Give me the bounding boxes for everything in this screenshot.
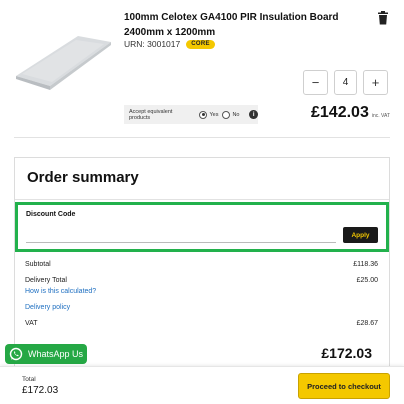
order-summary-title: Order summary bbox=[27, 169, 139, 186]
product-price: £142.03 inc. VAT bbox=[311, 104, 390, 122]
delivery-total-label: Delivery Total bbox=[25, 277, 67, 284]
product-price-amount: £142.03 bbox=[311, 104, 369, 121]
equivalent-yes-label: Yes bbox=[209, 111, 219, 118]
product-title[interactable]: 100mm Celotex GA4100 PIR Insulation Boar… bbox=[124, 10, 372, 40]
product-meta: URN: 3001017 CORE bbox=[124, 39, 215, 49]
decrease-quantity-button[interactable]: − bbox=[303, 70, 328, 95]
delivery-calculation-link[interactable]: How is this calculated? bbox=[25, 288, 96, 295]
quantity-stepper: − 4 + bbox=[303, 70, 388, 95]
equivalent-no-label: No bbox=[232, 111, 240, 118]
divider bbox=[15, 199, 389, 200]
apply-discount-button[interactable]: Apply bbox=[343, 227, 378, 243]
product-image[interactable] bbox=[12, 6, 114, 108]
delivery-total-value: £25.00 bbox=[356, 277, 378, 284]
footer-total-label: Total bbox=[22, 376, 36, 383]
whatsapp-label: WhatsApp Us bbox=[28, 349, 84, 359]
vat-value: £28.67 bbox=[356, 320, 378, 327]
proceed-to-checkout-button[interactable]: Proceed to checkout bbox=[298, 373, 390, 399]
equivalent-yes-radio[interactable] bbox=[199, 110, 208, 119]
equivalent-no-option[interactable]: No bbox=[222, 110, 240, 119]
order-total: £172.03 bbox=[321, 345, 372, 361]
product-urn: URN: 3001017 bbox=[124, 39, 181, 49]
info-icon[interactable]: i bbox=[249, 110, 258, 119]
price-vat-suffix: inc. VAT bbox=[371, 113, 390, 119]
checkout-footer: Total £172.03 Proceed to checkout bbox=[0, 366, 404, 404]
divider bbox=[14, 137, 390, 138]
order-summary-panel: Order summary bbox=[14, 157, 390, 373]
trash-icon[interactable] bbox=[377, 11, 389, 25]
accept-equivalent-products: Accept equivalent products Yes No i bbox=[124, 105, 258, 124]
footer-total-value: £172.03 bbox=[22, 385, 59, 396]
vat-label: VAT bbox=[25, 320, 38, 327]
equivalent-no-radio[interactable] bbox=[222, 110, 231, 119]
equivalent-label: Accept equivalent products bbox=[129, 108, 173, 121]
quantity-input[interactable]: 4 bbox=[334, 70, 357, 95]
discount-code-input[interactable] bbox=[26, 228, 336, 243]
whatsapp-icon bbox=[9, 347, 23, 361]
increase-quantity-button[interactable]: + bbox=[363, 70, 388, 95]
subtotal-value: £118.36 bbox=[353, 261, 378, 268]
whatsapp-button[interactable]: WhatsApp Us bbox=[5, 344, 87, 364]
core-badge: CORE bbox=[186, 39, 215, 49]
discount-code-label: Discount Code bbox=[26, 211, 76, 218]
discount-code-section: Discount Code Apply bbox=[15, 202, 389, 252]
delivery-policy-link[interactable]: Delivery policy bbox=[25, 304, 70, 311]
equivalent-yes-option[interactable]: Yes bbox=[199, 110, 219, 119]
subtotal-label: Subtotal bbox=[25, 261, 51, 268]
